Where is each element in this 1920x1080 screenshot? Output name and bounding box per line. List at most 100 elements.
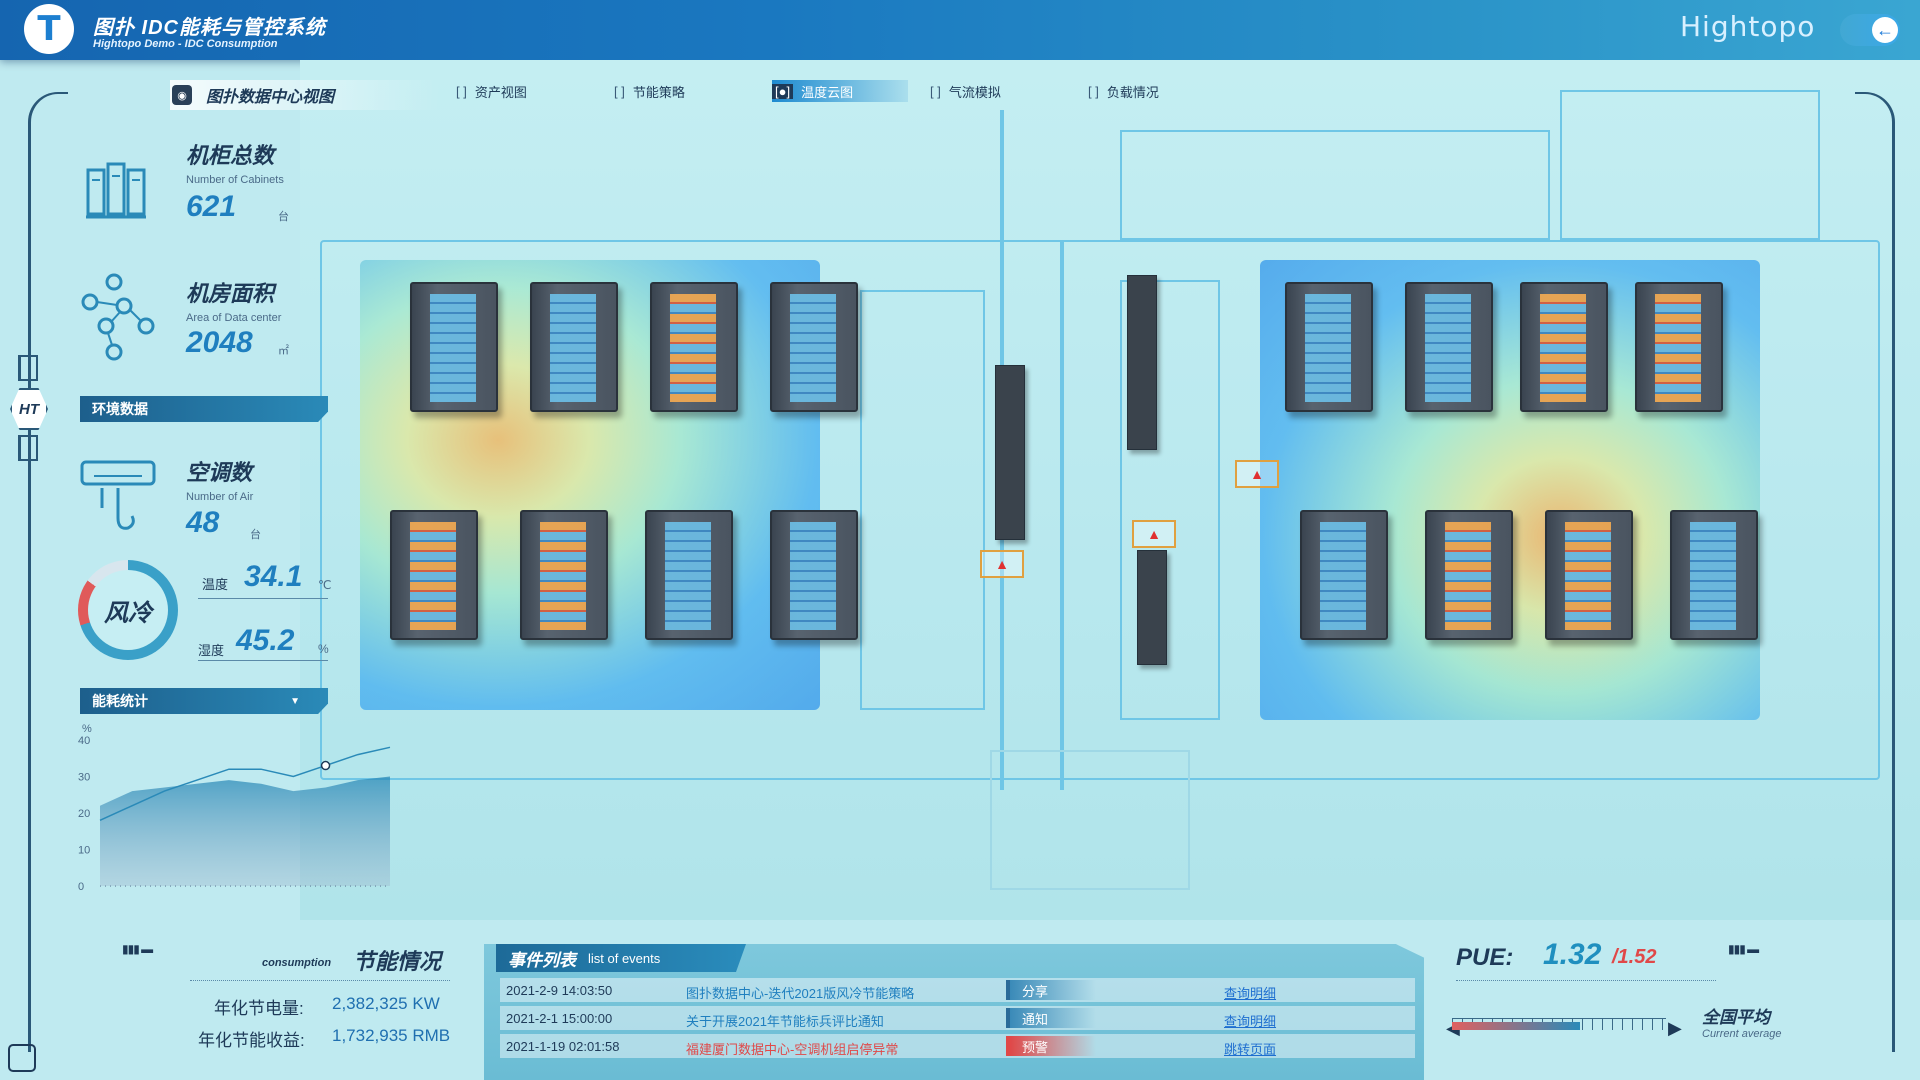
air-unit: 台 bbox=[250, 529, 261, 541]
energy-area-chart: %40 30 20 10 0 bbox=[78, 723, 391, 893]
event-text: 图扑数据中心-迭代2021版风冷节能策略 bbox=[686, 986, 915, 1001]
event-tag-warning: 预警 bbox=[1006, 1036, 1096, 1056]
cabinet[interactable] bbox=[1405, 282, 1493, 412]
wall-outline bbox=[1060, 240, 1064, 790]
cabinet[interactable] bbox=[1300, 510, 1388, 640]
brand-logo-text: Hightopo bbox=[1680, 10, 1816, 43]
event-date: 2021-2-1 15:00:00 bbox=[506, 1011, 613, 1026]
network-nodes-icon bbox=[81, 273, 155, 361]
cabinet[interactable] bbox=[530, 282, 618, 412]
fire-extinguisher-icon[interactable]: ▲ bbox=[1235, 460, 1279, 488]
event-date: 2021-1-19 02:01:58 bbox=[506, 1039, 620, 1054]
event-row[interactable] bbox=[500, 978, 1415, 1002]
fullscreen-icon[interactable] bbox=[8, 1044, 36, 1072]
cabinet[interactable] bbox=[645, 510, 733, 640]
wall-outline bbox=[1560, 90, 1820, 240]
side-tick-icon bbox=[18, 355, 38, 381]
event-row[interactable] bbox=[500, 1034, 1415, 1058]
dropdown-caret-icon: ▼ bbox=[290, 695, 300, 707]
cabinet[interactable] bbox=[1520, 282, 1608, 412]
section-label: 能耗统计 bbox=[92, 693, 148, 709]
bracket-icon: [ ] bbox=[1088, 83, 1099, 99]
cabinet[interactable] bbox=[1635, 282, 1723, 412]
app-logo: T bbox=[24, 4, 74, 54]
divider bbox=[198, 598, 328, 599]
cooling-mode-gauge: 风冷 bbox=[78, 560, 178, 660]
back-button[interactable]: ← bbox=[1840, 14, 1900, 46]
bracket-icon: [●] bbox=[772, 83, 794, 99]
cabinet[interactable] bbox=[650, 282, 738, 412]
air-conditioner-unit[interactable] bbox=[1137, 550, 1167, 665]
event-detail-link[interactable]: 查询明细 bbox=[1224, 983, 1276, 1002]
annual-power-saving-value: 2,382,325 KW bbox=[332, 994, 440, 1013]
right-frame-border bbox=[1855, 92, 1895, 1052]
pue-label: PUE: bbox=[1456, 944, 1514, 971]
savings-subtitle: consumption bbox=[262, 957, 332, 969]
env-data-header[interactable]: 环境数据 bbox=[80, 396, 328, 422]
bracket-icon: [ ] bbox=[930, 83, 941, 99]
savings-title: 节能情况 bbox=[353, 949, 442, 974]
cabinet[interactable] bbox=[390, 510, 478, 640]
bracket-icon: [ ] bbox=[614, 83, 625, 99]
divider bbox=[190, 980, 450, 981]
tab-temperature-cloud[interactable]: [●] 温度云图 bbox=[772, 80, 908, 102]
air-subtitle: Number of Air bbox=[186, 491, 254, 503]
national-average-label: 全国平均 bbox=[1702, 1008, 1770, 1027]
cabinet[interactable] bbox=[1425, 510, 1513, 640]
tab-load-status[interactable]: [ ] 负载情况 bbox=[1088, 80, 1218, 102]
tab-airflow-simulation[interactable]: [ ] 气流模拟 bbox=[930, 80, 1060, 102]
cabinets-subtitle: Number of Cabinets bbox=[186, 174, 284, 186]
fire-extinguisher-icon[interactable]: ▲ bbox=[980, 550, 1024, 578]
events-title: 事件列表 bbox=[508, 950, 576, 970]
tab-label: 节能策略 bbox=[632, 84, 685, 100]
cabinet[interactable] bbox=[1285, 282, 1373, 412]
cabinet[interactable] bbox=[770, 282, 858, 412]
cabinets-value: 621 bbox=[186, 190, 237, 223]
tab-label: 资产视图 bbox=[474, 84, 527, 100]
cabinets-title: 机柜总数 bbox=[186, 143, 275, 168]
pue-reference-value: /1.52 bbox=[1612, 946, 1657, 968]
arrow-right-small-icon: ▶ bbox=[1668, 1018, 1682, 1038]
wall-outline bbox=[860, 290, 985, 710]
event-jump-link[interactable]: 跳转页面 bbox=[1224, 1039, 1276, 1058]
annual-income-label: 年化节能收益: bbox=[198, 1031, 305, 1050]
top-bar: T 图扑 IDC能耗与管控系统 Hightopo Demo - IDC Cons… bbox=[0, 0, 1920, 60]
event-row[interactable] bbox=[500, 1006, 1415, 1030]
datacenter-3d-scene[interactable]: ▲ ▲ ▲ bbox=[300, 60, 1920, 920]
bracket-icon: [ ] bbox=[456, 83, 467, 99]
event-date: 2021-2-9 14:03:50 bbox=[506, 983, 613, 998]
tab-energy-strategy[interactable]: [ ] 节能策略 bbox=[614, 80, 744, 102]
pue-progress-track bbox=[1452, 1018, 1666, 1030]
series-area bbox=[100, 776, 390, 886]
series-marker[interactable] bbox=[320, 760, 331, 771]
y-tick-label: 20 bbox=[78, 808, 90, 820]
app-title: 图扑 IDC能耗与管控系统 bbox=[93, 17, 326, 39]
cabinet[interactable] bbox=[1545, 510, 1633, 640]
event-detail-link[interactable]: 查询明细 bbox=[1224, 1011, 1276, 1030]
air-value: 48 bbox=[186, 506, 220, 539]
event-text: 关于开展2021年节能标兵评比通知 bbox=[686, 1014, 884, 1029]
logo-letter: T bbox=[37, 9, 61, 49]
tab-asset-view[interactable]: [ ] 资产视图 bbox=[456, 80, 586, 102]
air-conditioner-icon bbox=[80, 460, 156, 530]
y-tick-label: 40 bbox=[78, 735, 90, 747]
national-average-subtitle: Current average bbox=[1702, 1028, 1782, 1040]
cabinet[interactable] bbox=[770, 510, 858, 640]
air-conditioner-unit[interactable] bbox=[1127, 275, 1157, 450]
area-title: 机房面积 bbox=[186, 281, 275, 306]
fire-extinguisher-icon[interactable]: ▲ bbox=[1132, 520, 1176, 548]
pue-value: 1.32 bbox=[1543, 938, 1602, 971]
events-header: 事件列表 list of events bbox=[496, 944, 746, 972]
cabinet[interactable] bbox=[520, 510, 608, 640]
cabinet[interactable] bbox=[1670, 510, 1758, 640]
wall-outline bbox=[1120, 130, 1550, 240]
humidity-label: 湿度 bbox=[198, 643, 225, 658]
air-conditioner-unit[interactable] bbox=[995, 365, 1025, 540]
view-title: 图扑数据中心视图 bbox=[170, 80, 440, 110]
y-axis-unit: % bbox=[82, 723, 92, 735]
cabinet[interactable] bbox=[410, 282, 498, 412]
energy-stats-header[interactable]: 能耗统计 ▼ bbox=[80, 688, 328, 714]
decorative-bars-icon: ▮▮▮ ▬ bbox=[1728, 942, 1759, 956]
side-tick-icon bbox=[18, 435, 38, 461]
humidity-value: 45.2 bbox=[236, 624, 295, 657]
